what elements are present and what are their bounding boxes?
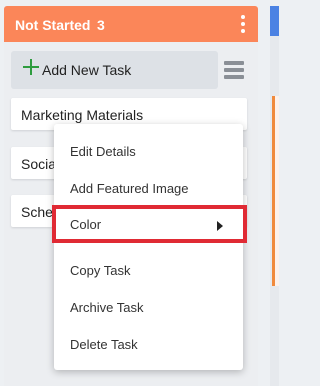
add-new-task-label: Add New Task — [42, 62, 132, 78]
next-column-edge — [270, 6, 279, 386]
next-column-header — [270, 6, 279, 36]
column-header: Not Started 3 — [4, 6, 258, 42]
next-column-card[interactable] — [272, 96, 279, 286]
add-new-task-button[interactable]: Add New Task — [11, 51, 218, 89]
list-view-icon[interactable] — [224, 61, 244, 79]
kebab-menu-icon[interactable] — [240, 15, 246, 33]
task-card-title: Sche — [21, 204, 53, 220]
menu-item-color[interactable]: Color — [52, 205, 247, 243]
task-card-title: Marketing Materials — [21, 107, 144, 123]
plus-icon — [23, 59, 39, 75]
menu-item-add-featured-image[interactable]: Add Featured Image — [54, 171, 243, 205]
column-title: Not Started — [15, 17, 91, 33]
caret-right-icon — [217, 221, 223, 231]
task-context-menu: Edit Details Add Featured Image Color Co… — [52, 124, 247, 370]
column-task-count: 3 — [97, 17, 105, 33]
menu-item-edit-details[interactable]: Edit Details — [54, 134, 243, 168]
menu-item-archive-task[interactable]: Archive Task — [54, 290, 243, 324]
menu-item-delete-task[interactable]: Delete Task — [54, 327, 243, 361]
menu-item-copy-task[interactable]: Copy Task — [54, 253, 243, 287]
